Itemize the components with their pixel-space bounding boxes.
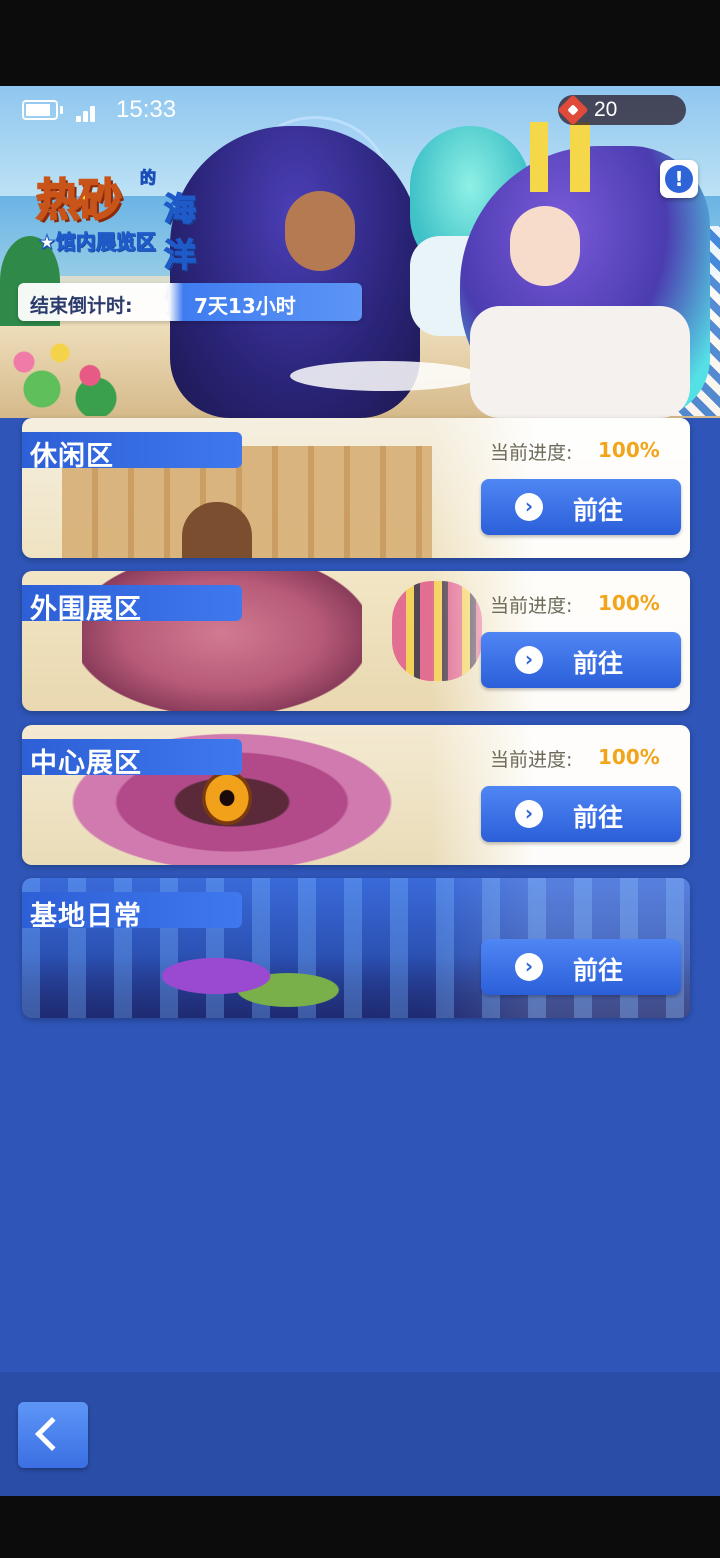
character-right-face xyxy=(510,206,580,286)
cafe-table xyxy=(290,361,480,391)
chevron-right-circle-icon: › xyxy=(515,646,543,674)
zone-label: 中心展区 xyxy=(22,739,242,779)
go-button-label: 前往 xyxy=(573,496,624,525)
clock: 15:33 xyxy=(116,96,177,123)
progress-value: 100% xyxy=(598,591,660,615)
go-button-label: 前往 xyxy=(573,649,624,678)
zone-card-base: 基地日常 › 前往 xyxy=(22,878,690,1018)
progress-label: 当前进度: xyxy=(490,442,573,464)
progress-value: 100% xyxy=(598,438,660,462)
progress-label: 当前进度: xyxy=(490,595,573,617)
countdown-bar: 结束倒计时: 7天13小时 xyxy=(18,283,362,321)
back-button[interactable] xyxy=(18,1402,88,1468)
zone-name: 休闲区 xyxy=(30,441,114,472)
area-label: ★馆内展览区 xyxy=(38,230,157,255)
go-button-label: 前往 xyxy=(573,803,624,832)
battery-tip xyxy=(60,106,63,114)
character-left-face xyxy=(285,191,355,271)
bottom-nav xyxy=(0,1372,720,1496)
flowers-decoration xyxy=(0,326,120,416)
zone-label: 基地日常 xyxy=(22,892,242,932)
bottom-bezel xyxy=(0,1496,720,1558)
event-banner: 热砂 的 海洋馆 ★馆内展览区 结束倒计时: 7天13小时 ! 15:33 20 xyxy=(0,86,720,418)
countdown-label: 结束倒计时: xyxy=(30,295,133,317)
signal-icon xyxy=(76,100,100,122)
ticket-icon xyxy=(557,94,589,126)
zone-card-leisure: 休闲区 当前进度: 100% › 前往 xyxy=(22,418,690,558)
go-button[interactable]: › 前往 xyxy=(481,479,681,535)
zone-card-center: 中心展区 当前进度: 100% › 前往 xyxy=(22,725,690,865)
ticket-count: 20 xyxy=(594,98,618,121)
go-button[interactable]: › 前往 xyxy=(481,632,681,688)
top-bezel xyxy=(0,0,720,86)
title-main: 热砂 xyxy=(35,174,123,227)
go-button[interactable]: › 前往 xyxy=(481,786,681,842)
zone-name: 外围展区 xyxy=(30,594,142,625)
chevron-right-circle-icon: › xyxy=(515,493,543,521)
go-button-label: 前往 xyxy=(573,956,624,985)
zone-card-outer: 外围展区 当前进度: 100% › 前往 xyxy=(22,571,690,711)
character-right-body xyxy=(470,306,690,418)
progress-value: 100% xyxy=(598,745,660,769)
status-bar: 15:33 20 xyxy=(0,86,720,136)
go-button[interactable]: › 前往 xyxy=(481,939,681,995)
event-title-logo: 热砂 的 海洋馆 ★馆内展览区 xyxy=(35,164,197,321)
progress-label: 当前进度: xyxy=(490,749,573,771)
zone-name: 中心展区 xyxy=(30,748,142,779)
info-button[interactable]: ! xyxy=(660,160,698,198)
game-screen: 热砂 的 海洋馆 ★馆内展览区 结束倒计时: 7天13小时 ! 15:33 20 xyxy=(0,86,720,1496)
chevron-right-circle-icon: › xyxy=(515,953,543,981)
countdown-value: 7天13小时 xyxy=(194,294,296,318)
chevron-right-circle-icon: › xyxy=(515,800,543,828)
chevron-left-icon xyxy=(35,1417,69,1451)
ticket-counter: 20 xyxy=(557,94,686,126)
title-particle: 的 xyxy=(139,168,157,188)
battery-icon xyxy=(22,100,58,120)
zone-label: 休闲区 xyxy=(22,432,242,472)
zone-label: 外围展区 xyxy=(22,585,242,625)
exclamation-icon: ! xyxy=(665,165,693,193)
zone-name: 基地日常 xyxy=(30,901,142,932)
